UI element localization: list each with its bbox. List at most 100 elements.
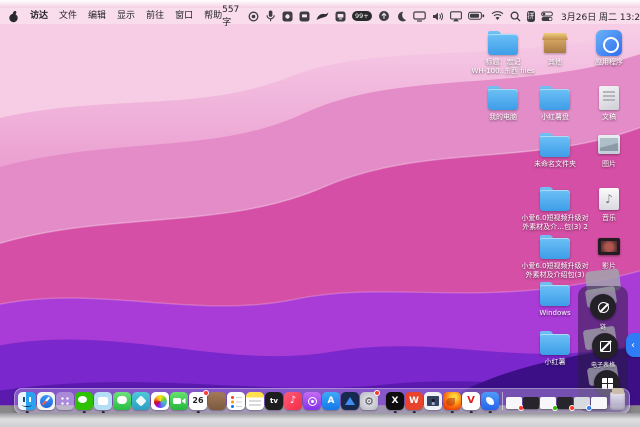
menu-3[interactable]: 显示 xyxy=(117,8,135,24)
folder-icon xyxy=(488,85,518,111)
app-glyph: X xyxy=(392,397,399,406)
dock-app-wechat[interactable] xyxy=(75,392,93,410)
word-count: 557字 xyxy=(222,5,242,28)
desktop-icon-music[interactable]: ♪音乐 xyxy=(581,186,637,223)
menu-bar-clock[interactable]: 3月26日 周二 13:21 xyxy=(561,10,640,23)
dock-app-firefox[interactable] xyxy=(443,392,461,410)
grid-icon xyxy=(602,378,613,389)
desktop-icon-folder-xiaohongshu-pan[interactable]: 小红薯盘 xyxy=(527,85,583,122)
dock-minimized-window-2[interactable] xyxy=(523,397,539,409)
dock-app-finder[interactable] xyxy=(18,392,36,410)
desktop-icon-documents[interactable]: 文稿 xyxy=(581,85,637,122)
menu-0[interactable]: 访达 xyxy=(30,8,48,24)
input-method-icon[interactable]: 拼 xyxy=(527,11,535,22)
tv-app-icon[interactable] xyxy=(335,11,346,22)
dock-app-safari[interactable] xyxy=(37,392,55,410)
battery-icon xyxy=(468,11,485,21)
dock-minimized-window-5[interactable] xyxy=(574,397,590,409)
desktop-icon-folder-xiaohongshu[interactable]: 小红薯 xyxy=(527,330,583,367)
app-icon xyxy=(596,30,622,56)
menu-1[interactable]: 文件 xyxy=(59,8,77,24)
dock-app-calendar[interactable]: 26 xyxy=(189,392,207,410)
menu-items: 访达文件编辑显示前往窗口帮助 xyxy=(30,8,222,24)
dock-app-teal-app[interactable] xyxy=(132,392,150,410)
desktop-icon-pictures[interactable]: 图片 xyxy=(581,132,637,169)
dock-app-pale-card[interactable] xyxy=(94,392,112,410)
dock-app-app-store[interactable]: A xyxy=(322,392,340,410)
dock-app-notes[interactable] xyxy=(246,392,264,410)
desktop-icon-folder-my-computer[interactable]: 我的电脑 xyxy=(475,85,531,122)
apple-logo[interactable] xyxy=(8,10,19,23)
notification-dot xyxy=(203,390,209,396)
mic-icon[interactable] xyxy=(265,10,276,22)
dock-app-podcasts[interactable] xyxy=(303,392,321,410)
record-icon[interactable] xyxy=(248,11,259,22)
dock-app-capcut[interactable]: X xyxy=(386,392,404,410)
app-glyph: ♪ xyxy=(290,396,296,406)
dock-app-navy-app[interactable] xyxy=(341,392,359,410)
dock-app-launchpad[interactable] xyxy=(56,392,74,410)
dock-app-music[interactable]: ♪ xyxy=(284,392,302,410)
dock-app-messages[interactable] xyxy=(113,392,131,410)
desktop-icon-label: 其他 xyxy=(548,58,562,67)
spreadsheet-disabled-button[interactable] xyxy=(592,333,618,359)
upload-circle-icon[interactable] xyxy=(378,10,390,22)
dock-app-meeting[interactable] xyxy=(424,392,442,410)
screen-mirroring-icon[interactable] xyxy=(450,11,462,22)
no-circle-icon xyxy=(598,302,609,313)
dock-app-brown-app[interactable] xyxy=(208,392,226,410)
dock-app-red-v[interactable]: V xyxy=(462,392,480,410)
search-icon[interactable] xyxy=(510,11,521,22)
bird-app-icon[interactable] xyxy=(316,11,329,21)
wifi-icon[interactable] xyxy=(491,11,504,21)
menu-6[interactable]: 帮助 xyxy=(204,8,222,24)
folder-icon xyxy=(540,330,570,356)
edge-collapse-tab[interactable]: ‹ xyxy=(626,333,640,357)
control-center-icon[interactable] xyxy=(541,11,553,22)
desktop-icon-label: 小红薯 xyxy=(545,358,566,367)
dock-divider xyxy=(502,392,503,410)
docs-icon xyxy=(598,85,620,111)
menu-2[interactable]: 编辑 xyxy=(88,8,106,24)
dock-app-apple-tv[interactable]: tv xyxy=(265,392,283,410)
dock: 26 tv ♪ A ⚙ XW V xyxy=(14,388,630,414)
display-icon[interactable] xyxy=(413,11,426,22)
dock-app-wps[interactable]: W xyxy=(405,392,423,410)
status-area: 557字 99+ 拼 3月26日 周二 13:21 xyxy=(222,5,640,28)
desktop-icon-movies[interactable]: 影片 xyxy=(581,234,637,271)
folder-icon xyxy=(540,186,570,212)
dock-minimized-window-3[interactable] xyxy=(540,397,556,409)
dock-app-settings[interactable]: ⚙ xyxy=(360,392,378,410)
dock-app-blue-app[interactable] xyxy=(481,392,499,410)
monitor-app-icon[interactable] xyxy=(299,11,310,22)
desktop-icon-folder-untitled[interactable]: 未命名文件夹 xyxy=(524,132,586,169)
chevron-left-icon: ‹ xyxy=(631,340,635,351)
notification-count-badge[interactable]: 99+ xyxy=(352,11,372,21)
dock-app-facetime[interactable] xyxy=(170,392,188,410)
folder-icon xyxy=(488,30,518,56)
dock-minimized-window-6[interactable] xyxy=(591,397,607,409)
dock-app-photos[interactable] xyxy=(151,392,169,410)
desktop-icon-label: 标题：宏记 WH-100..东西 files xyxy=(471,58,534,76)
focus-moon-icon[interactable] xyxy=(396,11,407,22)
desktop-icon-applications[interactable]: 应用程序 xyxy=(581,30,637,67)
desktop-icon-label: 文稿 xyxy=(602,113,616,122)
dock-minimized-window-1[interactable] xyxy=(506,397,522,409)
pics-icon xyxy=(597,132,621,158)
app-glyph: 26 xyxy=(192,397,203,405)
desktop-icon-label: 小红薯盘 xyxy=(541,113,569,122)
menu-5[interactable]: 窗口 xyxy=(175,8,193,24)
desktop-icon-folder-windows[interactable]: Windows xyxy=(527,281,583,318)
finder-smile xyxy=(22,403,32,407)
desktop-icon-label: 未命名文件夹 xyxy=(534,160,576,169)
dock-minimized-window-4[interactable] xyxy=(557,397,573,409)
dock-app-reminders[interactable] xyxy=(227,392,245,410)
link-disabled-button[interactable] xyxy=(590,294,616,320)
dock-trash[interactable] xyxy=(610,392,625,410)
desktop-icon-label: 图片 xyxy=(602,160,616,169)
screenshot-app-icon[interactable] xyxy=(282,11,293,22)
desktop-icon-box-other[interactable]: 其他 xyxy=(527,30,583,67)
volume-icon[interactable] xyxy=(432,11,444,22)
app-glyph: ⚙ xyxy=(364,396,374,407)
menu-4[interactable]: 前往 xyxy=(146,8,164,24)
